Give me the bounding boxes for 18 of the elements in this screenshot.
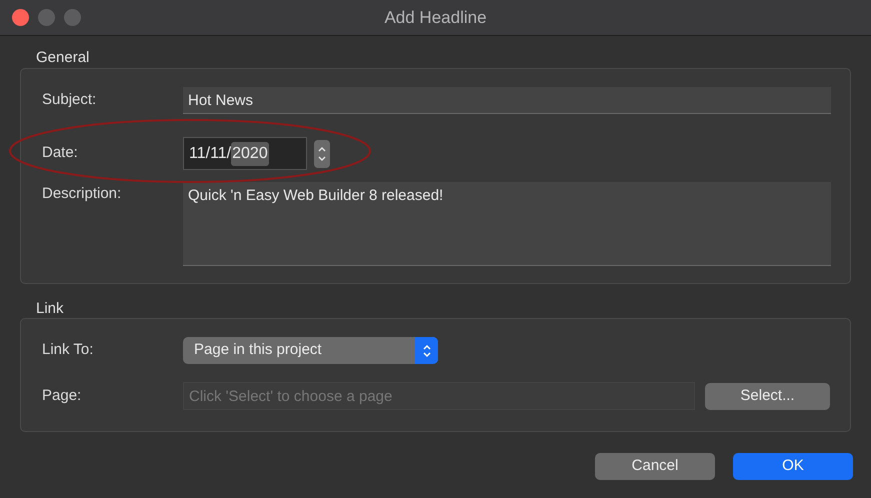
subject-field[interactable]: Hot News — [183, 87, 831, 114]
description-field[interactable]: Quick 'n Easy Web Builder 8 released! — [183, 182, 831, 266]
window-title: Add Headline — [384, 6, 487, 29]
field-label: Subject: — [42, 90, 98, 110]
date-field[interactable]: 11/11/2020 — [183, 137, 307, 170]
close-button[interactable] — [12, 9, 29, 26]
ok-button[interactable]: OK — [733, 453, 853, 480]
stepper[interactable] — [314, 140, 330, 168]
select-button[interactable]: Select... — [705, 382, 830, 410]
cancel-button[interactable]: Cancel — [595, 453, 715, 480]
field-label: Description: — [42, 184, 122, 204]
section-title: General — [36, 49, 90, 66]
page-field[interactable]: Click 'Select' to choose a page — [183, 382, 695, 410]
field-label: Link To: — [42, 340, 94, 360]
section-title: Link — [36, 300, 64, 317]
field-label: Date: — [42, 143, 79, 164]
field-label: Page: — [42, 386, 82, 406]
link-type-dropdown[interactable]: Page in this project — [183, 337, 438, 364]
